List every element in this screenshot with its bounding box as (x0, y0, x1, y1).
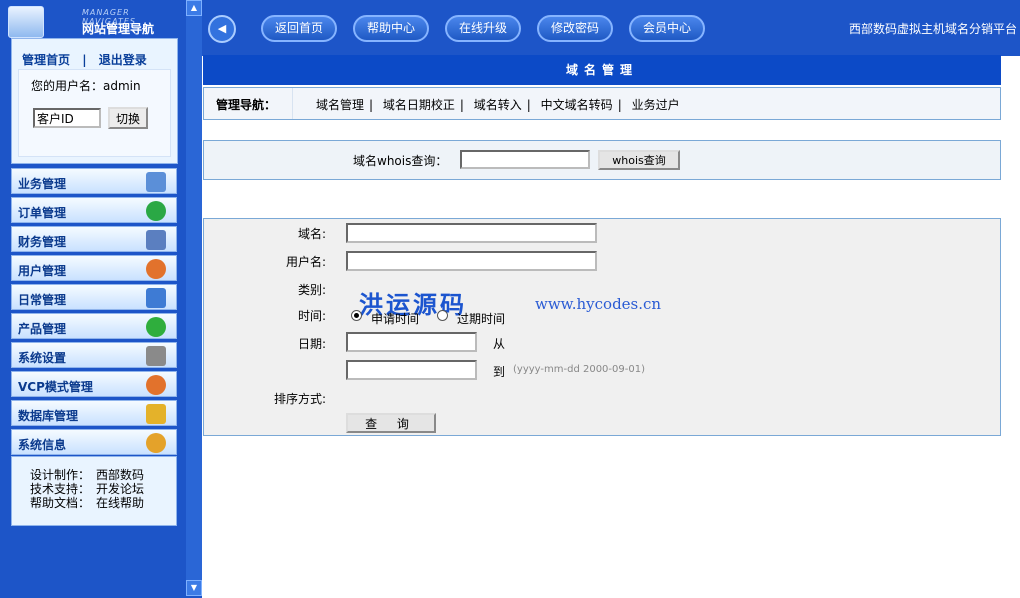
search-form: 域名: 用户名: 类别: 洪运源码 www.hycodes.cn 时间: 申请时… (203, 218, 1001, 436)
whois-panel: 域名whois查询： whois查询 (203, 140, 1001, 180)
menu-products[interactable]: 产品管理 (11, 313, 177, 339)
lock-icon (146, 404, 166, 424)
presentation-icon (146, 230, 166, 250)
menu-users[interactable]: 用户管理 (11, 255, 177, 281)
menu-label: 订单管理 (18, 206, 67, 220)
domain-input[interactable] (346, 223, 597, 243)
logo: MANAGER NAVIGATES 网站管理导航 (4, 4, 180, 40)
menu-business[interactable]: 业务管理 (11, 168, 177, 194)
monitor-icon (8, 6, 44, 38)
change-password-button[interactable]: 修改密码 (537, 15, 613, 42)
radio-apply-label: 申请时间 (371, 312, 420, 326)
client-id-input[interactable] (33, 108, 101, 128)
menu-orders[interactable]: 订单管理 (11, 197, 177, 223)
menu-label: 系统信息 (18, 438, 67, 452)
top-bar: ◀ 返回首页 帮助中心 在线升级 修改密码 会员中心 西部数码虚拟主机域名分销平… (202, 0, 1020, 56)
username-text: 您的用户名：admin (31, 79, 141, 93)
tools-icon (146, 346, 166, 366)
left-sidebar: ▲ ▼ MANAGER NAVIGATES 网站管理导航 管理首页 | 退出登录… (0, 0, 202, 598)
menu-daily[interactable]: 日常管理 (11, 284, 177, 310)
to-text: 到 (493, 365, 506, 379)
user-panel: 管理首页 | 退出登录 您的用户名：admin 切换 (11, 38, 178, 164)
user-info-box: 您的用户名：admin 切换 (18, 69, 171, 157)
menu-settings[interactable]: 系统设置 (11, 342, 177, 368)
play-green-icon (146, 317, 166, 337)
home-button[interactable]: 返回首页 (261, 15, 337, 42)
menu-label: 用户管理 (18, 264, 67, 278)
scroll-up-arrow-icon[interactable]: ▲ (186, 0, 202, 16)
nav-link-date-correct[interactable]: 域名日期校正 (383, 98, 455, 112)
menu-label: 产品管理 (18, 322, 67, 336)
recycle-orange-icon (146, 375, 166, 395)
back-arrow-icon[interactable]: ◀ (208, 15, 236, 43)
online-upgrade-button[interactable]: 在线升级 (445, 15, 521, 42)
username-input[interactable] (346, 251, 597, 271)
management-nav: 管理导航： 域名管理 | 域名日期校正 | 域名转入 | 中文域名转码 | 业务过户 (203, 87, 1001, 120)
menu-system-info[interactable]: 系统信息 (11, 429, 177, 455)
menu-label: 系统设置 (18, 351, 67, 365)
nav-heading: 管理导航： (216, 98, 277, 112)
watermark-url: www.hycodes.cn (535, 295, 662, 313)
nav-link-ownership-transfer[interactable]: 业务过户 (632, 98, 680, 112)
logout-link[interactable]: 退出登录 (99, 53, 147, 67)
menu-vcp[interactable]: VCP模式管理 (11, 371, 177, 397)
menu-database[interactable]: 数据库管理 (11, 400, 177, 426)
credits-panel: 设计制作： 西部数码 技术支持： 开发论坛 帮助文档： 在线帮助 (11, 456, 177, 526)
member-center-button[interactable]: 会员中心 (629, 15, 705, 42)
from-text: 从 (493, 337, 506, 351)
credit-key: 帮助文档： (30, 496, 91, 510)
link-divider: | (82, 53, 87, 67)
date-to-input[interactable] (346, 360, 477, 380)
switch-button[interactable]: 切换 (108, 107, 148, 129)
logo-title: 网站管理导航 (82, 22, 155, 36)
query-button[interactable]: 查 询 (346, 413, 436, 433)
sidebar-scrollbar-track[interactable] (186, 16, 202, 580)
credit-key: 设计制作： (30, 468, 91, 482)
platform-title: 西部数码虚拟主机域名分销平台 (849, 22, 1018, 36)
radio-expire-label: 过期时间 (457, 312, 506, 326)
page-title: 域名管理 (203, 55, 1001, 85)
date-label: 日期: (297, 337, 326, 351)
home-link[interactable]: 管理首页 (22, 53, 70, 67)
date-from-input[interactable] (346, 332, 477, 352)
menu-label: 数据库管理 (18, 409, 79, 423)
nav-link-domain-manage[interactable]: 域名管理 (316, 98, 364, 112)
menu-finance[interactable]: 财务管理 (11, 226, 177, 252)
credit-value[interactable]: 西部数码 (96, 468, 144, 482)
recycle-orange-icon (146, 259, 166, 279)
radio-expire-time[interactable] (437, 310, 448, 321)
gears-icon (146, 433, 166, 453)
username-label: 用户名: (285, 255, 326, 269)
credit-value[interactable]: 开发论坛 (96, 482, 144, 496)
category-label: 类别: (297, 283, 326, 297)
sort-label: 排序方式: (273, 392, 326, 406)
menu-label: 业务管理 (18, 177, 67, 191)
scroll-down-arrow-icon[interactable]: ▼ (186, 580, 202, 596)
nav-link-transfer-in[interactable]: 域名转入 (474, 98, 522, 112)
whois-button[interactable]: whois查询 (598, 150, 680, 170)
whois-input[interactable] (460, 150, 590, 169)
menu-label: 日常管理 (18, 293, 67, 307)
date-format-hint: (yyyy-mm-dd 2000-09-01) (513, 364, 645, 375)
menu-label: 财务管理 (18, 235, 67, 249)
edit-document-icon (146, 172, 166, 192)
pen-edit-icon (146, 288, 166, 308)
help-center-button[interactable]: 帮助中心 (353, 15, 429, 42)
credit-value[interactable]: 在线帮助 (96, 496, 144, 510)
refresh-green-icon (146, 201, 166, 221)
menu-label: VCP模式管理 (18, 380, 93, 394)
radio-apply-time[interactable] (351, 310, 362, 321)
time-label: 时间: (297, 309, 326, 323)
credit-key: 技术支持： (30, 482, 91, 496)
whois-label: 域名whois查询： (353, 154, 448, 168)
nav-divider (292, 88, 293, 119)
domain-label: 域名: (297, 227, 326, 241)
nav-link-cn-transcode[interactable]: 中文域名转码 (541, 98, 613, 112)
app-window: ▲ ▼ MANAGER NAVIGATES 网站管理导航 管理首页 | 退出登录… (0, 0, 1020, 598)
